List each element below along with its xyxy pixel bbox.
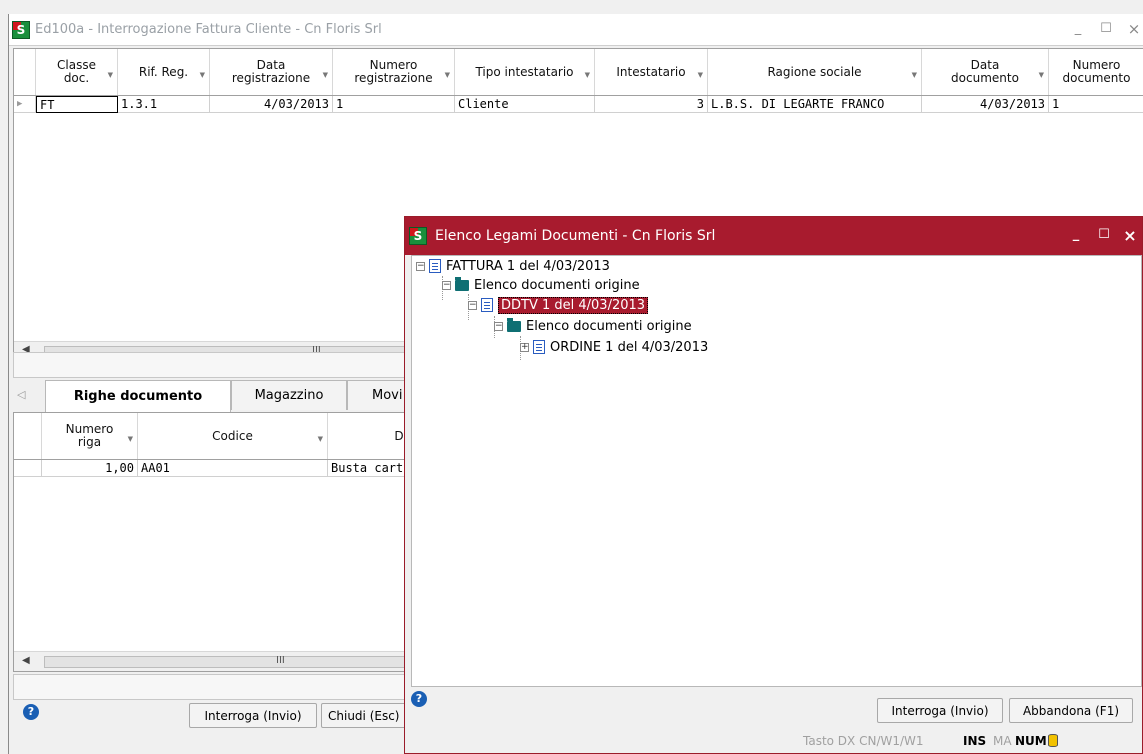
collapse-icon[interactable]: − — [494, 321, 503, 331]
cell-ragione-sociale[interactable]: L.B.S. DI LEGARTE FRANCO — [708, 96, 922, 113]
tree-node-ordine[interactable]: + ORDINE 1 del 4/03/2013 — [520, 338, 708, 356]
column-header-ragione-sociale[interactable]: Ragione sociale ▼ — [708, 49, 922, 95]
cell-numero-documento[interactable]: 1 — [1049, 96, 1143, 113]
tree-node-label: ORDINE 1 del 4/03/2013 — [550, 339, 709, 355]
close-button[interactable]: × — [1123, 20, 1143, 38]
app-logo-icon: S — [12, 21, 30, 39]
main-title-bar: S Ed100a - Interrogazione Fattura Client… — [9, 14, 1143, 46]
scroll-grip: III — [276, 655, 285, 666]
dialog-close-button[interactable]: × — [1119, 226, 1141, 245]
cell-intestatario[interactable]: 3 — [595, 96, 708, 113]
main-window-title: Ed100a - Interrogazione Fattura Cliente … — [35, 22, 382, 37]
cell-rif-reg[interactable]: 1.3.1 — [118, 96, 210, 113]
cell-classe-doc[interactable]: FT — [36, 96, 118, 113]
column-header-tipo-intestatario[interactable]: Tipo intestatario ▼ — [455, 49, 595, 95]
tab-magazzino[interactable]: Magazzino — [231, 380, 347, 410]
tree-node-label: Elenco documenti origine — [526, 318, 692, 334]
dialog-minimize-button[interactable]: _ — [1065, 227, 1087, 242]
tab-righe-documento[interactable]: Righe documento — [45, 380, 231, 412]
rows-status-area — [13, 674, 413, 700]
document-icon — [429, 259, 441, 273]
cell-numero-registrazione[interactable]: 1 — [333, 96, 455, 113]
tree-node-label: Elenco documenti origine — [474, 277, 640, 293]
collapse-icon[interactable]: − — [442, 280, 451, 290]
grid-status-area — [13, 352, 413, 378]
dialog-title-bar: S Elenco Legami Documenti - Cn Floris Sr… — [405, 217, 1142, 255]
collapse-icon[interactable]: − — [416, 261, 425, 271]
collapse-icon[interactable]: − — [468, 300, 477, 310]
scroll-left-arrow-icon[interactable]: ◀ — [22, 655, 30, 666]
tree-node-fattura[interactable]: − FATTURA 1 del 4/03/2013 — [416, 257, 610, 275]
column-header-classe-doc[interactable]: Classe doc. ▼ — [36, 49, 118, 95]
help-icon[interactable]: ? — [23, 704, 39, 720]
status-ma: MA — [993, 734, 1012, 748]
dialog-interroga-button[interactable]: Interroga (Invio) — [877, 698, 1003, 723]
app-logo-icon: S — [409, 227, 427, 245]
status-bar: Tasto DX CN/W1/W1 INS MA NUM — [405, 727, 1142, 754]
tab-bar: ◁ Righe documento Magazzino Movi — [13, 380, 427, 412]
rows-grid: Numero riga ▼ Codice ▼ De 1,00 AA01 Busta … — [13, 412, 413, 672]
dialog-maximize-button[interactable]: ☐ — [1093, 227, 1115, 242]
cell-codice[interactable]: AA01 — [138, 460, 328, 477]
chiudi-button[interactable]: Chiudi (Esc) — [321, 703, 413, 728]
column-header-data-registrazione[interactable]: Data registrazione ▼ — [210, 49, 333, 95]
row-indicator-icon: ▶ — [14, 96, 36, 113]
database-icon — [1048, 734, 1058, 747]
row-indicator-header — [14, 413, 42, 459]
column-header-intestatario[interactable]: Intestatario ▼ — [595, 49, 708, 95]
tree-node-ddtv[interactable]: − DDTV 1 del 4/03/2013 — [468, 296, 649, 314]
document-icon — [481, 298, 493, 312]
folder-icon — [455, 276, 469, 291]
row-indicator — [14, 460, 42, 477]
dialog-abbandona-button[interactable]: Abbandona (F1) — [1009, 698, 1133, 723]
dialog-help-icon[interactable]: ? — [411, 691, 427, 707]
column-header-numero-documento[interactable]: Numero documento — [1049, 49, 1143, 95]
rows-grid-horizontal-scrollbar[interactable]: ◀ III — [14, 651, 412, 671]
scrollbar-thumb[interactable] — [44, 656, 412, 668]
folder-icon — [507, 317, 521, 332]
interroga-button[interactable]: Interroga (Invio) — [189, 703, 317, 728]
cell-data-registrazione[interactable]: 4/03/2013 — [210, 96, 333, 113]
tree-node-origin-2[interactable]: − Elenco documenti origine — [494, 317, 692, 335]
column-header-numero-riga[interactable]: Numero riga ▼ — [42, 413, 138, 459]
tree-node-label-selected: DDTV 1 del 4/03/2013 — [498, 296, 649, 314]
status-tasto: Tasto DX CN/W1/W1 — [803, 734, 924, 748]
document-links-dialog: S Elenco Legami Documenti - Cn Floris Sr… — [404, 216, 1143, 754]
column-header-data-documento[interactable]: Data documento ▼ — [922, 49, 1049, 95]
document-icon — [533, 340, 545, 354]
cell-tipo-intestatario[interactable]: Cliente — [455, 96, 595, 113]
column-header-descrizione[interactable]: De — [328, 413, 412, 459]
status-num: NUM — [1015, 734, 1047, 748]
cell-descrizione[interactable]: Busta carta — [328, 460, 412, 477]
column-header-codice[interactable]: Codice ▼ — [138, 413, 328, 459]
cell-numero-riga[interactable]: 1,00 — [42, 460, 138, 477]
column-header-rif-reg[interactable]: Rif. Reg. ▼ — [118, 49, 210, 95]
maximize-button[interactable]: ☐ — [1095, 21, 1117, 36]
dialog-title: Elenco Legami Documenti - Cn Floris Srl — [435, 228, 716, 244]
tab-scroll-left-icon[interactable]: ◁ — [17, 388, 25, 401]
expand-icon[interactable]: + — [520, 342, 529, 352]
column-header-numero-registrazione[interactable]: Numero registrazione ▼ — [333, 49, 455, 95]
minimize-button[interactable]: _ — [1067, 21, 1089, 36]
cell-data-documento[interactable]: 4/03/2013 — [922, 96, 1049, 113]
row-indicator-header — [14, 49, 36, 95]
document-tree: − FATTURA 1 del 4/03/2013 − Elenco docum… — [411, 255, 1142, 687]
tree-node-label: FATTURA 1 del 4/03/2013 — [446, 258, 610, 274]
tree-node-origin-1[interactable]: − Elenco documenti origine — [442, 276, 640, 294]
status-ins: INS — [963, 734, 987, 748]
